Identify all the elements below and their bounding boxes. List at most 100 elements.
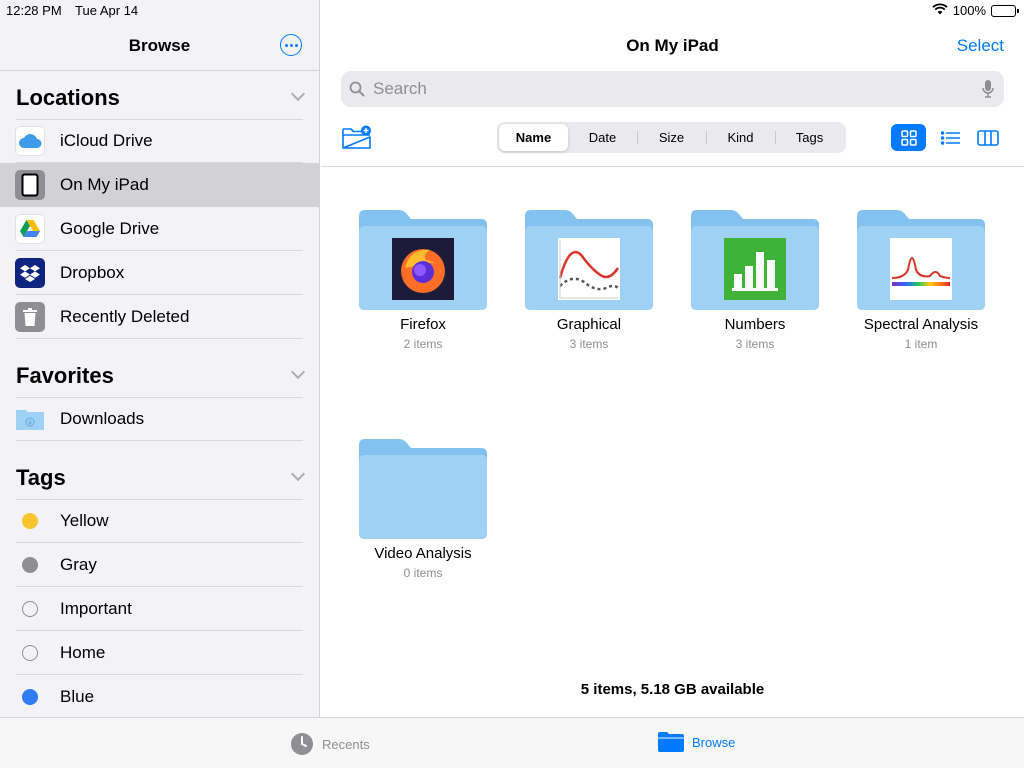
folder-name: Numbers <box>724 316 786 333</box>
sort-option-name[interactable]: Name <box>499 124 568 151</box>
sidebar-tag-important[interactable]: Important <box>0 587 319 631</box>
google-drive-icon <box>15 214 45 244</box>
folder-video-analysis[interactable]: Video Analysis 0 items <box>348 439 498 580</box>
numbers-app-icon <box>724 238 786 300</box>
tab-recents[interactable]: Recents <box>290 732 370 756</box>
sidebar-item-label: Home <box>60 643 106 662</box>
sidebar-title: Browse <box>128 36 191 55</box>
sort-option-tags[interactable]: Tags <box>775 124 844 151</box>
folder-item-count: 3 items <box>735 337 775 351</box>
battery-percent: 100% <box>952 3 986 18</box>
sidebar-item-label: Dropbox <box>60 263 125 282</box>
tab-browse[interactable]: Browse <box>658 732 735 752</box>
sidebar: Browse Locations iCloud Drive On My iPad… <box>0 0 320 719</box>
toolbar: Name Date Size Kind Tags <box>321 120 1024 167</box>
folder-name: Video Analysis <box>374 545 472 562</box>
more-options-button[interactable] <box>280 34 302 56</box>
folder-icon <box>525 210 653 310</box>
firefox-app-icon <box>392 238 454 300</box>
sidebar-tag-home[interactable]: Home <box>0 631 319 675</box>
sort-option-size[interactable]: Size <box>637 124 706 151</box>
section-title: Tags <box>16 465 66 490</box>
ipad-icon <box>15 170 45 200</box>
folder-spectral-analysis[interactable]: Spectral Analysis 1 item <box>846 210 996 351</box>
folder-icon <box>359 439 487 539</box>
search-input[interactable]: Search <box>373 79 427 99</box>
sidebar-item-label: Blue <box>60 687 95 706</box>
folder-item-count: 1 item <box>904 337 938 351</box>
empty-tag-dot-icon <box>22 645 38 661</box>
sidebar-tag-yellow[interactable]: Yellow <box>0 499 319 543</box>
section-locations[interactable]: Locations <box>0 71 319 119</box>
folder-firefox[interactable]: Firefox 2 items <box>348 210 498 351</box>
column-view-button[interactable] <box>973 124 1003 151</box>
sidebar-item-on-my-ipad[interactable]: On My iPad <box>0 163 319 207</box>
sidebar-item-label: Important <box>60 599 132 618</box>
folder-numbers[interactable]: Numbers 3 items <box>680 210 830 351</box>
empty-tag-dot-icon <box>22 601 38 617</box>
downloads-folder-icon <box>15 404 45 434</box>
sidebar-item-google-drive[interactable]: Google Drive <box>0 207 319 251</box>
status-time: 12:28 PM <box>6 3 62 18</box>
list-icon <box>941 130 961 145</box>
trash-icon <box>15 302 45 332</box>
folder-name: Firefox <box>400 316 446 333</box>
sidebar-item-label: Gray <box>60 555 97 574</box>
yellow-tag-dot-icon <box>22 513 38 529</box>
tab-label: Recents <box>322 736 370 752</box>
sort-segmented-control: Name Date Size Kind Tags <box>497 122 846 153</box>
new-folder-icon[interactable] <box>341 124 373 155</box>
dropbox-icon <box>15 258 45 288</box>
section-title: Locations <box>16 85 120 110</box>
spectral-app-icon <box>890 238 952 300</box>
tab-bar: Recents Browse <box>0 717 1024 768</box>
tab-label: Browse <box>692 734 736 750</box>
list-view-button[interactable] <box>936 124 966 151</box>
sidebar-item-label: Recently Deleted <box>60 307 190 326</box>
sidebar-item-icloud-drive[interactable]: iCloud Drive <box>0 119 319 163</box>
folder-icon <box>359 210 487 310</box>
sidebar-item-recently-deleted[interactable]: Recently Deleted <box>0 295 319 339</box>
sidebar-item-dropbox[interactable]: Dropbox <box>0 251 319 295</box>
search-field[interactable]: Search <box>341 71 1004 107</box>
sidebar-item-label: iCloud Drive <box>60 131 153 150</box>
sidebar-item-label: Downloads <box>60 409 145 428</box>
folder-fill-icon <box>658 732 684 752</box>
chevron-down-icon[interactable] <box>290 86 306 102</box>
microphone-icon[interactable] <box>982 79 994 104</box>
blue-tag-dot-icon <box>22 689 38 705</box>
section-title: Favorites <box>16 363 114 388</box>
storage-summary: 5 items, 5.18 GB available <box>580 681 765 698</box>
columns-icon <box>977 129 999 146</box>
grid-view-button[interactable] <box>891 124 926 151</box>
sidebar-item-downloads[interactable]: Downloads <box>0 397 319 441</box>
sidebar-item-label: Google Drive <box>60 219 160 238</box>
search-icon <box>349 81 365 97</box>
sidebar-item-label: Yellow <box>60 511 109 530</box>
sidebar-tag-gray[interactable]: Gray <box>0 543 319 587</box>
folder-item-count: 0 items <box>403 566 443 580</box>
folder-item-count: 2 items <box>403 337 443 351</box>
main-pane: On My iPad Select Search Name Date Size … <box>321 0 1024 717</box>
folder-item-count: 3 items <box>569 337 609 351</box>
section-tags[interactable]: Tags <box>0 451 319 499</box>
sidebar-item-label: On My iPad <box>60 175 149 194</box>
sort-option-date[interactable]: Date <box>568 124 637 151</box>
folder-graphical[interactable]: Graphical 3 items <box>514 210 664 351</box>
folder-icon <box>691 210 819 310</box>
sidebar-tag-blue[interactable]: Blue <box>0 675 319 719</box>
folder-name: Graphical <box>556 316 622 333</box>
page-title: On My iPad <box>626 36 719 55</box>
clock-icon <box>290 732 314 756</box>
section-favorites[interactable]: Favorites <box>0 349 319 397</box>
folder-icon <box>857 210 985 310</box>
sort-option-kind[interactable]: Kind <box>706 124 775 151</box>
wifi-icon <box>932 3 948 18</box>
chevron-down-icon[interactable] <box>290 364 306 380</box>
chevron-down-icon[interactable] <box>290 466 306 482</box>
battery-icon <box>991 4 1019 17</box>
gray-tag-dot-icon <box>22 557 38 573</box>
grid-icon <box>900 129 917 146</box>
status-bar: 12:28 PM Tue Apr 14 100% <box>0 0 1024 20</box>
select-button[interactable]: Select <box>957 36 1004 56</box>
